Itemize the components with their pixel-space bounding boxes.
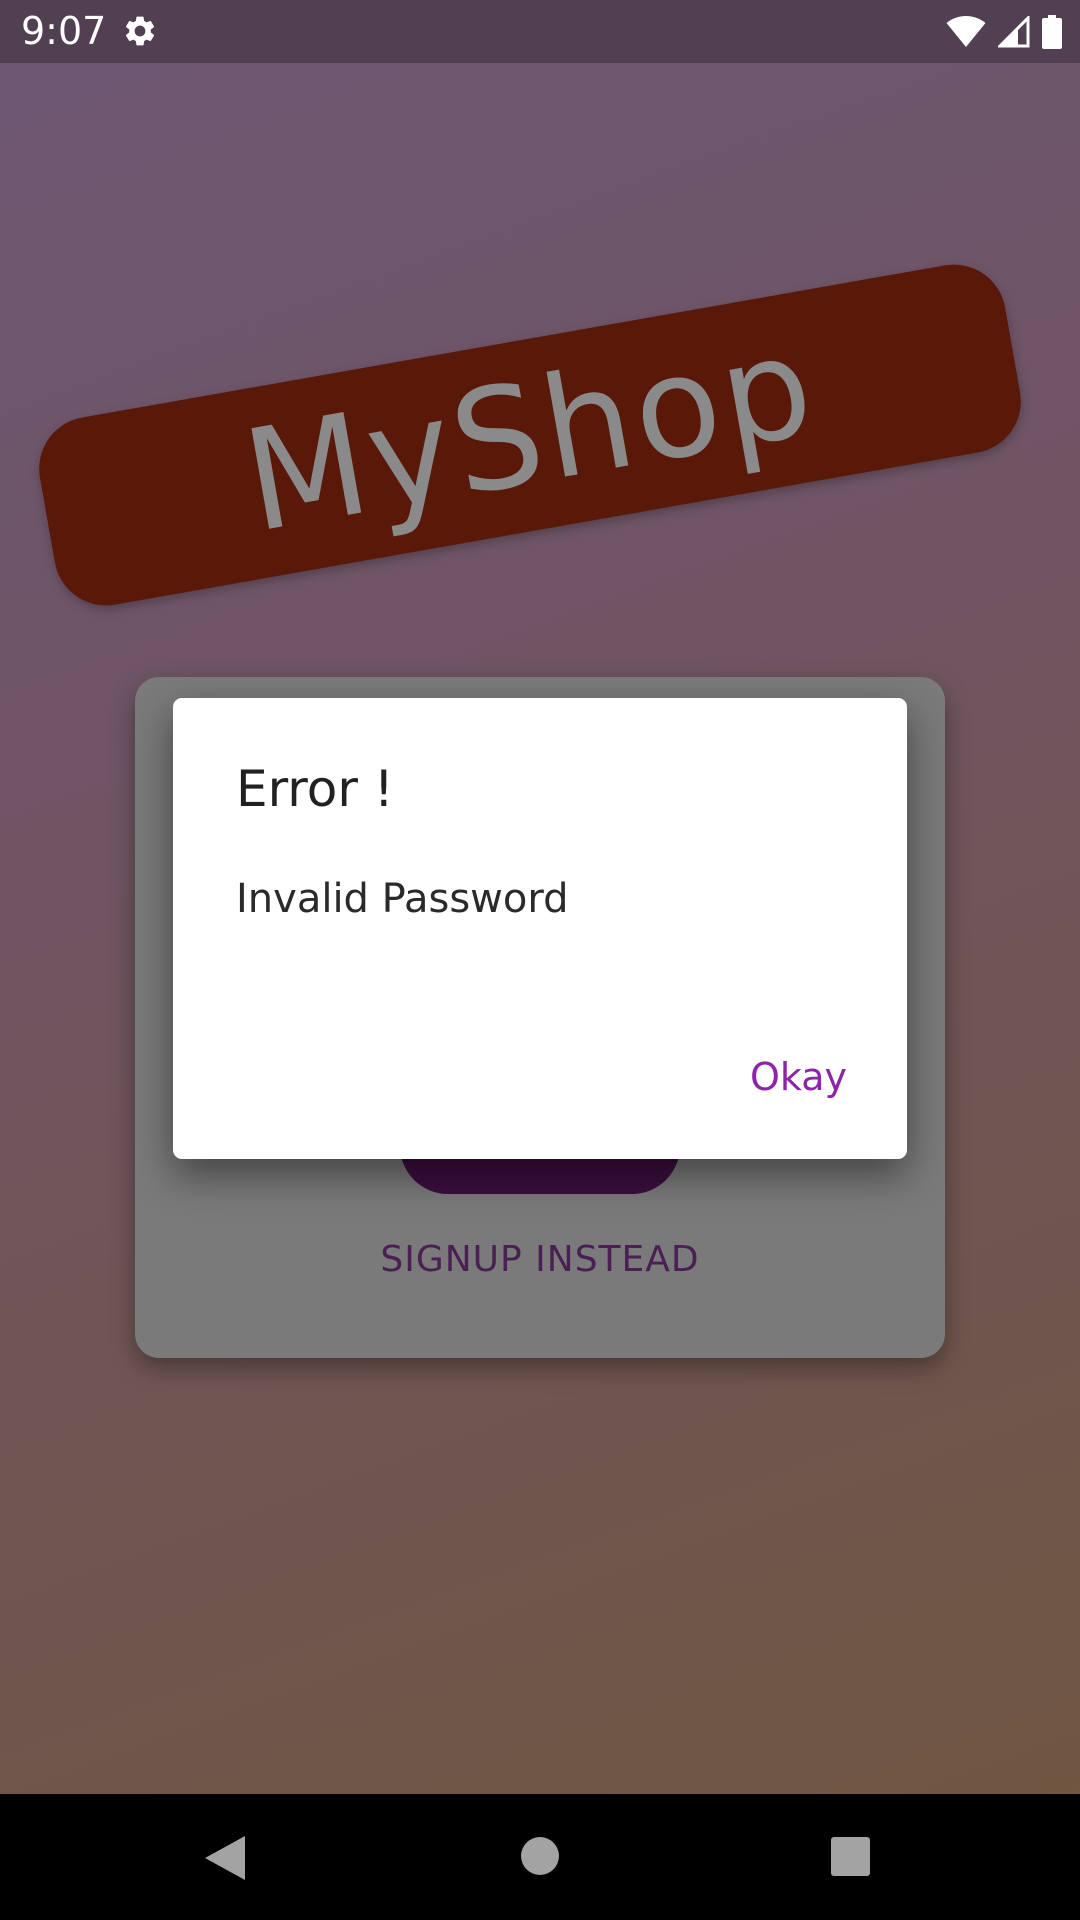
- settings-gear-icon: [125, 16, 155, 46]
- status-time: 9:07: [21, 9, 107, 53]
- dialog-message: Invalid Password: [236, 876, 569, 922]
- recents-icon[interactable]: [831, 1837, 870, 1876]
- back-icon[interactable]: [203, 1834, 247, 1882]
- okay-button[interactable]: Okay: [748, 1053, 849, 1101]
- status-bar: 9:07: [0, 0, 1080, 63]
- dialog-title: Error !: [236, 760, 394, 818]
- wifi-icon: [946, 16, 986, 47]
- status-icons: [946, 12, 1062, 52]
- cellular-signal-icon: [998, 16, 1030, 48]
- error-dialog: Error ! Invalid Password Okay: [173, 698, 907, 1159]
- home-icon[interactable]: [521, 1837, 559, 1875]
- navigation-bar: [0, 1794, 1080, 1920]
- battery-icon: [1042, 15, 1062, 49]
